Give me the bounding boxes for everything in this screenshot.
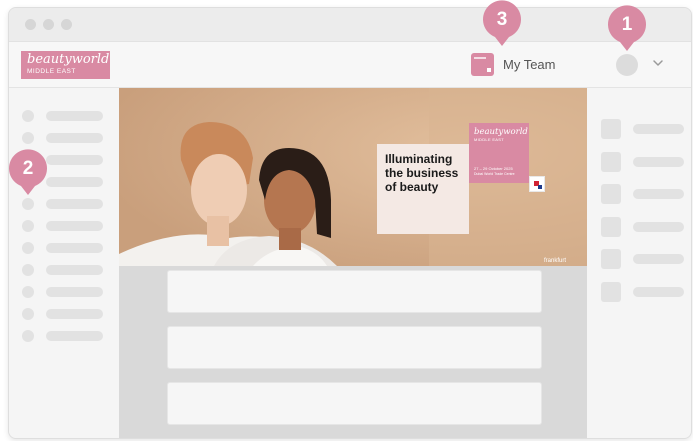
nav-placeholder-icon — [22, 286, 34, 298]
banner-footer-text: frankfurt — [544, 258, 567, 264]
brand-logo[interactable]: beautyworld MIDDLE EAST — [21, 51, 110, 79]
step-marker-avatar: 1 — [607, 5, 647, 53]
banner-headline-line: of beauty — [385, 180, 439, 194]
step-marker-my-team: 3 — [482, 0, 522, 48]
panel-placeholder-label — [633, 222, 684, 232]
user-avatar-icon[interactable] — [616, 54, 638, 76]
banner-brand-sub: MIDDLE EAST — [474, 137, 504, 142]
nav-placeholder-label — [46, 221, 103, 231]
nav-placeholder-label — [46, 287, 103, 297]
banner-event-dates: 27 – 29 October 2025 — [474, 166, 513, 171]
nav-placeholder-label — [46, 309, 103, 319]
chevron-down-icon[interactable] — [650, 55, 666, 71]
nav-placeholder-label — [46, 155, 103, 165]
nav-placeholder-label — [46, 265, 103, 275]
banner-event-venue: Dubai World Trade Centre — [474, 172, 515, 176]
panel-placeholder-icon — [601, 184, 621, 204]
minimize-window-dot[interactable] — [43, 19, 54, 30]
panel-placeholder-label — [633, 157, 684, 167]
nav-placeholder-icon — [22, 132, 34, 144]
step-marker-sidebar: 2 — [8, 149, 48, 197]
nav-placeholder-label — [46, 331, 103, 341]
main-content: Illuminating the business of beauty beau… — [119, 88, 587, 438]
panel-placeholder-icon — [601, 217, 621, 237]
team-logo-icon — [471, 52, 494, 76]
content-card[interactable] — [167, 326, 542, 369]
nav-placeholder-label — [46, 133, 103, 143]
right-sidebar — [587, 88, 691, 438]
panel-placeholder-label — [633, 254, 684, 264]
nav-placeholder-label — [46, 177, 103, 187]
nav-placeholder-icon — [22, 242, 34, 254]
maximize-window-dot[interactable] — [61, 19, 72, 30]
banner-headline-card: Illuminating the business of beauty — [377, 144, 469, 234]
panel-placeholder-label — [633, 287, 684, 297]
panel-placeholder-icon — [601, 152, 621, 172]
panel-placeholder-label — [633, 189, 684, 199]
app-header: beautyworld MIDDLE EAST My Team — [9, 42, 691, 88]
step-marker-number: 2 — [22, 158, 34, 179]
step-marker-number: 3 — [496, 9, 508, 30]
event-banner[interactable]: Illuminating the business of beauty beau… — [119, 88, 587, 266]
step-marker-number: 1 — [621, 14, 633, 35]
banner-headline-line: Illuminating — [385, 152, 453, 166]
panel-placeholder-icon — [601, 249, 621, 269]
nav-placeholder-icon — [22, 330, 34, 342]
app-window: beautyworld MIDDLE EAST My Team Illumina… — [8, 7, 692, 439]
nav-placeholder-label — [46, 243, 103, 253]
content-card[interactable] — [167, 270, 542, 313]
left-sidebar — [9, 88, 119, 438]
logo-wordmark: beautyworld — [27, 52, 110, 67]
nav-placeholder-icon — [22, 308, 34, 320]
panel-placeholder-label — [633, 124, 684, 134]
my-team-link[interactable]: My Team — [471, 52, 556, 76]
banner-brand-main: beautyworld — [474, 127, 528, 137]
nav-placeholder-icon — [22, 198, 34, 210]
close-window-dot[interactable] — [25, 19, 36, 30]
nav-placeholder-icon — [22, 264, 34, 276]
my-team-label: My Team — [503, 56, 556, 72]
panel-placeholder-icon — [601, 282, 621, 302]
nav-placeholder-icon — [22, 220, 34, 232]
nav-placeholder-label — [46, 111, 103, 121]
content-card[interactable] — [167, 382, 542, 425]
panel-placeholder-icon — [601, 119, 621, 139]
messe-logo-icon — [529, 176, 545, 192]
title-bar — [9, 8, 691, 42]
logo-subtitle: MIDDLE EAST — [27, 68, 76, 75]
nav-placeholder-label — [46, 199, 103, 209]
banner-brand-card: beautyworld MIDDLE EAST 27 – 29 October … — [469, 123, 529, 183]
banner-headline-line: the business — [385, 166, 459, 180]
nav-placeholder-icon — [22, 110, 34, 122]
